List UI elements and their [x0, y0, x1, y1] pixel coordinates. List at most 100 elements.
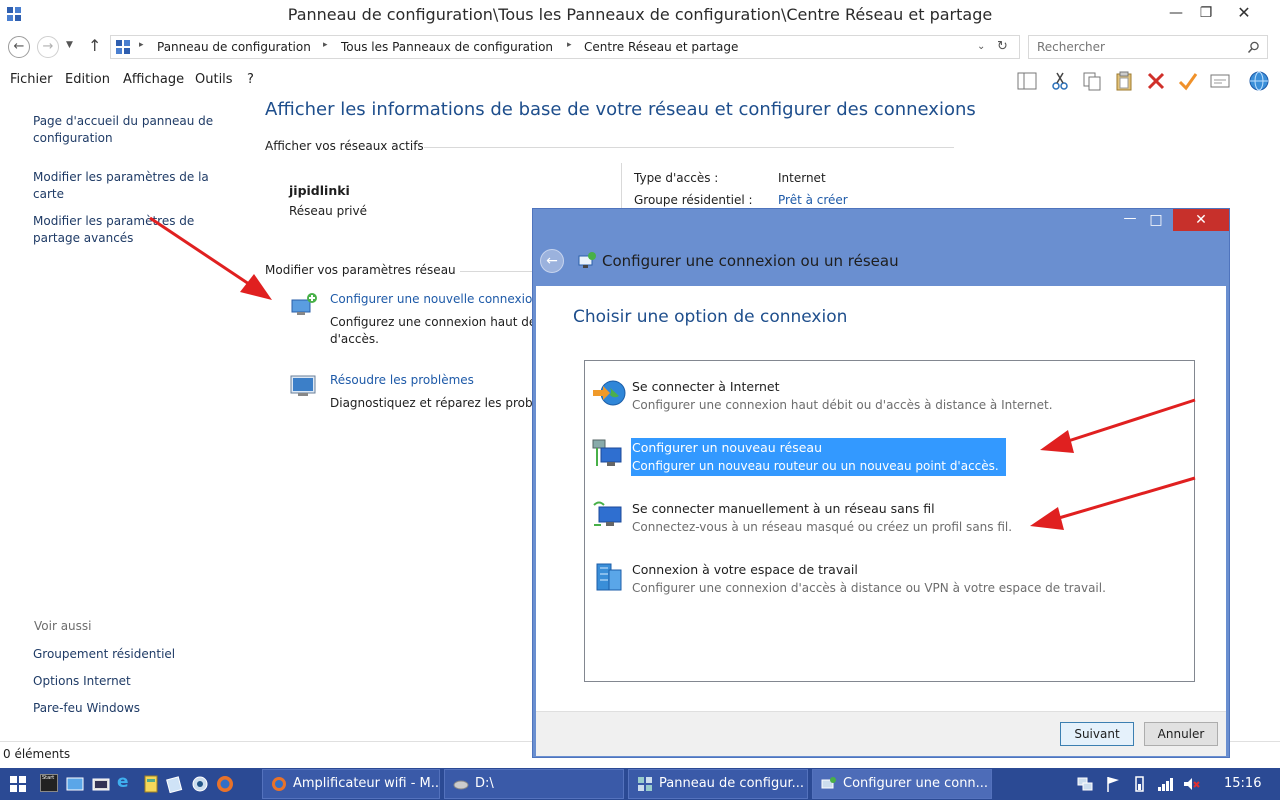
task-drive-d[interactable]: D:\ — [444, 769, 624, 799]
homegroup-label: Groupe résidentiel : — [634, 193, 753, 207]
dialog-body: Choisir une option de connexion Se conne… — [536, 286, 1226, 711]
menu-fichier[interactable]: Fichier — [10, 72, 53, 87]
checkmark-icon[interactable] — [1177, 70, 1199, 92]
wifi-signal-icon[interactable] — [1156, 775, 1174, 793]
new-connection-link[interactable]: Configurer une nouvelle connexion — [330, 292, 540, 306]
homegroup-link[interactable]: Prêt à créer — [778, 193, 848, 207]
drive-icon — [453, 780, 469, 790]
layout-icon[interactable] — [1016, 70, 1038, 92]
option-title: Configurer un nouveau réseau — [632, 440, 822, 455]
action-center-flag-icon[interactable] — [1104, 775, 1122, 793]
explorer-icon[interactable] — [92, 775, 110, 793]
option-desc: Configurer une connexion haut débit ou d… — [632, 398, 1053, 412]
breadcrumb-separator-icon: ▸ — [139, 40, 144, 50]
see-also-homegroup[interactable]: Groupement résidentiel — [33, 646, 223, 663]
menu-edition[interactable]: Edition — [65, 72, 110, 87]
control-panel-icon — [116, 40, 130, 54]
sidebar-link-adapter-settings[interactable]: Modifier les paramètres de la carte — [33, 169, 223, 203]
annotation-arrowhead — [240, 274, 272, 300]
menu-outils[interactable]: Outils — [195, 72, 233, 87]
task-label: Amplificateur wifi - M... — [293, 776, 440, 791]
close-button[interactable]: ✕ — [1226, 0, 1262, 26]
option-connect-internet[interactable]: Se connecter à Internet Configurer une c… — [585, 369, 1194, 419]
menu-help[interactable]: ? — [247, 72, 254, 87]
dialog-close-button[interactable]: ✕ — [1173, 209, 1229, 231]
breadcrumb-item[interactable]: Tous les Panneaux de configuration — [341, 40, 553, 54]
menu-affichage[interactable]: Affichage — [123, 72, 184, 87]
search-box[interactable] — [1028, 35, 1268, 59]
troubleshoot-icon — [290, 375, 316, 396]
sidebar-link-home[interactable]: Page d'accueil du panneau de configurati… — [33, 113, 223, 147]
dialog-back-button[interactable]: ← — [540, 249, 564, 273]
search-icon[interactable] — [1247, 41, 1260, 54]
option-desc: Connectez-vous à un réseau masqué ou cré… — [632, 520, 1013, 534]
task-label: Panneau de configur... — [659, 776, 804, 791]
refresh-icon[interactable]: ↻ — [997, 39, 1008, 54]
recent-locations-chevron-icon[interactable]: ▼ — [66, 40, 73, 50]
paste-icon[interactable] — [1113, 70, 1135, 92]
see-also-internet-options[interactable]: Options Internet — [33, 673, 223, 690]
setup-connection-dialog: — □ ✕ ← Configurer une connexion ou un r… — [532, 208, 1230, 758]
dialog-maximize-button[interactable]: □ — [1145, 209, 1167, 231]
internet-explorer-icon[interactable]: e — [117, 772, 129, 792]
search-input[interactable] — [1037, 37, 1237, 57]
dialog-title: Configurer une connexion ou un réseau — [602, 252, 899, 270]
option-desc: Configurer un nouveau routeur ou un nouv… — [632, 459, 999, 473]
option-new-network[interactable]: Configurer un nouveau réseau Configurer … — [585, 430, 1194, 480]
cut-icon[interactable] — [1049, 70, 1071, 92]
option-title: Se connecter manuellement à un réseau sa… — [632, 501, 935, 516]
dialog-titlebar: — □ ✕ — [533, 209, 1229, 239]
up-button[interactable]: ↑ — [88, 36, 101, 55]
back-button[interactable]: ← — [8, 36, 30, 58]
volume-muted-icon[interactable] — [1182, 775, 1200, 793]
dialog-footer: Suivant Annuler — [536, 711, 1226, 756]
new-network-icon — [592, 439, 622, 466]
active-networks-label: Afficher vos réseaux actifs — [265, 139, 424, 153]
see-also-firewall[interactable]: Pare-feu Windows — [33, 700, 223, 717]
page-heading: Afficher les informations de base de vot… — [265, 99, 976, 120]
task-control-panel[interactable]: Panneau de configur... — [628, 769, 808, 799]
network-name: jipidlinki — [289, 183, 350, 198]
task-setup-connection[interactable]: Configurer une conn... — [812, 769, 992, 799]
start-app-icon[interactable]: Start — [40, 774, 58, 792]
battery-icon[interactable] — [1130, 775, 1148, 793]
breadcrumb-separator-icon: ▸ — [323, 40, 328, 50]
section-divider — [424, 147, 954, 148]
next-button[interactable]: Suivant — [1060, 722, 1134, 746]
task-label: D:\ — [475, 776, 494, 791]
option-desc: Configurer une connexion d'accès à dista… — [632, 581, 1106, 595]
cancel-button[interactable]: Annuler — [1144, 722, 1218, 746]
notepad-icon[interactable] — [166, 775, 184, 793]
connection-option-list: Se connecter à Internet Configurer une c… — [584, 360, 1195, 682]
folder-app-icon[interactable] — [142, 775, 160, 793]
app-icon[interactable] — [191, 775, 209, 793]
show-desktop-icon[interactable] — [66, 775, 84, 793]
task-firefox[interactable]: Amplificateur wifi - M... — [262, 769, 440, 799]
window-titlebar: Panneau de configuration\Tous les Pannea… — [0, 0, 1280, 31]
forward-button[interactable]: → — [37, 36, 59, 58]
option-title: Se connecter à Internet — [632, 379, 780, 394]
firefox-icon[interactable] — [216, 775, 234, 793]
address-bar[interactable]: ▸ Panneau de configuration ▸ Tous les Pa… — [110, 35, 1020, 59]
option-workplace[interactable]: Connexion à votre espace de travail Conf… — [585, 552, 1194, 602]
troubleshoot-link[interactable]: Résoudre les problèmes — [330, 373, 474, 387]
maximize-button[interactable]: ❐ — [1188, 0, 1224, 26]
windows-start-icon[interactable] — [10, 776, 26, 792]
option-manual-wireless[interactable]: Se connecter manuellement à un réseau sa… — [585, 491, 1194, 541]
address-dropdown-chevron-icon[interactable]: ⌄ — [977, 41, 985, 52]
breadcrumb-item[interactable]: Centre Réseau et partage — [584, 40, 738, 54]
properties-icon[interactable] — [1209, 70, 1231, 92]
delete-icon[interactable] — [1145, 70, 1167, 92]
item-count: 0 éléments — [3, 747, 71, 761]
breadcrumb-item[interactable]: Panneau de configuration — [157, 40, 311, 54]
breadcrumb-separator-icon: ▸ — [567, 40, 572, 50]
see-also-label: Voir aussi — [34, 619, 92, 633]
sidebar-link-sharing-settings[interactable]: Modifier les paramètres de partage avanc… — [33, 213, 223, 247]
task-label: Configurer une conn... — [843, 776, 989, 791]
globe-icon[interactable] — [1248, 70, 1270, 92]
dialog-minimize-button[interactable]: — — [1119, 209, 1141, 231]
tray-network-icon[interactable] — [1076, 775, 1094, 793]
copy-icon[interactable] — [1081, 70, 1103, 92]
menu-bar: Fichier Edition Affichage Outils ? — [0, 65, 1280, 95]
new-connection-desc-2: d'accès. — [330, 332, 379, 346]
